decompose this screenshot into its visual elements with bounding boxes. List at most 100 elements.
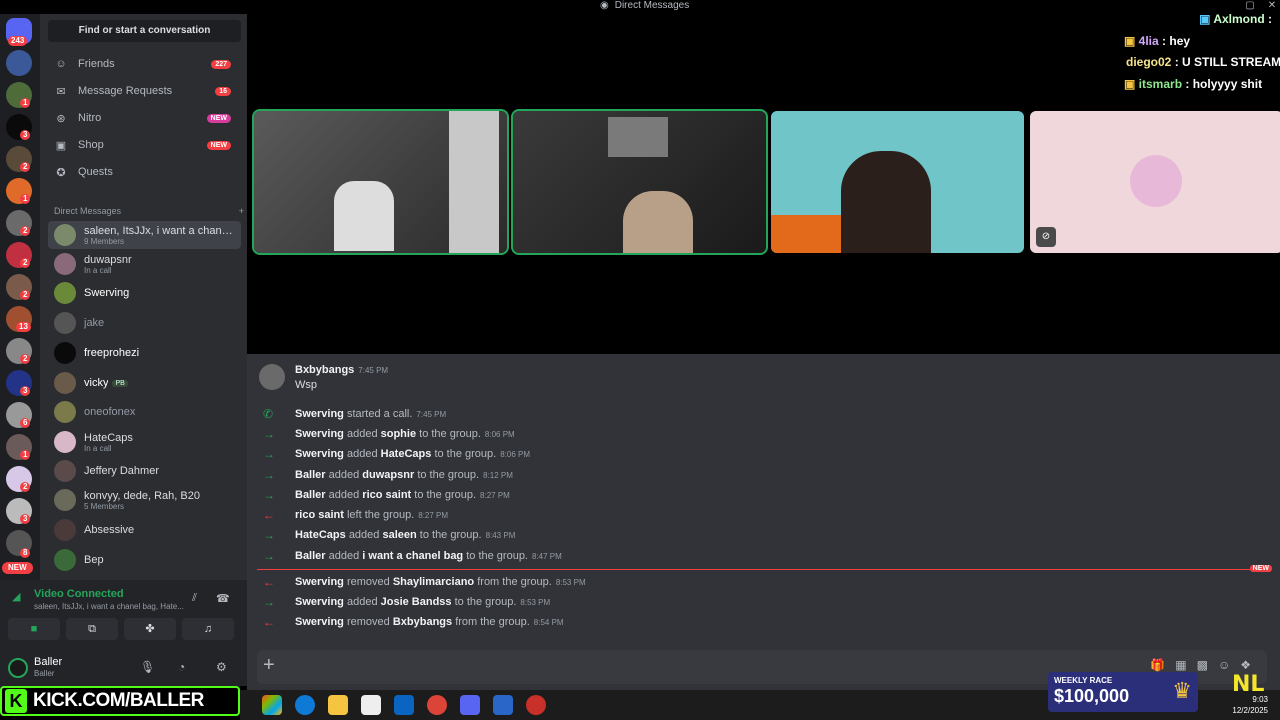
app-icon[interactable] <box>493 695 513 715</box>
system-message: → Baller added rico saint to the group. … <box>263 488 510 502</box>
video-tile[interactable]: ⊘ <box>1030 111 1280 253</box>
arrow-right-icon: → <box>263 488 275 502</box>
blanket-shape <box>623 191 693 253</box>
quests-icon: ✪ <box>56 166 66 179</box>
video-tile[interactable] <box>252 109 509 255</box>
username: Baller <box>34 656 63 668</box>
avatar <box>54 312 76 334</box>
copilot-icon[interactable] <box>262 695 282 715</box>
video-tile[interactable] <box>771 111 1024 253</box>
server-badge: 2 <box>20 258 31 268</box>
dm-item[interactable]: Jeffery Dahmer <box>48 457 241 485</box>
headphones-icon[interactable]: ◔ <box>178 660 185 674</box>
server-badge: 3 <box>20 514 31 524</box>
avatar <box>54 549 76 571</box>
friends-icon: ☺ <box>55 58 67 70</box>
screen-share-button[interactable]: ⧉ <box>66 618 118 640</box>
gift-icon[interactable]: 🎁 <box>1150 658 1175 672</box>
server-badge: 6 <box>20 418 31 428</box>
sticker-icon[interactable]: ▩ <box>1197 658 1218 672</box>
camera-off-icon: ⊘ <box>1036 227 1056 247</box>
arrow-left-icon: ← <box>263 508 275 522</box>
window-shape <box>608 117 668 157</box>
add-dm-icon[interactable]: + <box>239 206 244 216</box>
nav-shop[interactable]: ▣ Shop NEW <box>48 133 241 157</box>
avatar[interactable] <box>259 364 285 390</box>
user-status: Baller <box>34 669 55 678</box>
dm-item[interactable]: Absessive <box>48 516 241 544</box>
mail-icon[interactable] <box>394 695 414 715</box>
server-badge: 2 <box>20 162 31 172</box>
arrow-right-icon: → <box>263 528 275 542</box>
nav-nitro[interactable]: ⊛ Nitro NEW <box>48 106 241 130</box>
dm-item[interactable]: HateCaps In a call <box>48 428 241 456</box>
overlay-chat-line: ▣ 4lia : hey <box>1124 34 1191 48</box>
arrow-right-icon: → <box>263 447 275 461</box>
discord-icon[interactable] <box>460 695 480 715</box>
server-badge: 13 <box>16 322 31 332</box>
server-badge: 2 <box>20 482 31 492</box>
dm-item[interactable]: duwapsnr In a call <box>48 250 241 278</box>
activity-button[interactable]: ✤ <box>124 618 176 640</box>
voice-channel[interactable]: saleen, ItsJJx, i want a chanel bag, Hat… <box>34 602 184 611</box>
nav-message-requests[interactable]: ✉ Message Requests 16 <box>48 79 241 103</box>
dm-item[interactable]: vicky PB <box>48 369 241 397</box>
system-message: → Baller added i want a chanel bag to th… <box>263 549 562 563</box>
voice-status-panel: ◢ Video Connected saleen, ItsJJx, i want… <box>0 580 247 650</box>
dm-item[interactable]: saleen, ItsJJx, i want a chanel... 9 Memb… <box>48 221 241 249</box>
dm-item[interactable]: jake <box>48 309 241 337</box>
server-badge: 3 <box>20 130 31 140</box>
server-badge: 2 <box>20 226 31 236</box>
dm-item[interactable]: Swerving <box>48 279 241 307</box>
server-icon[interactable] <box>6 50 32 76</box>
nav-friends[interactable]: ☺ Friends 227 <box>48 52 241 76</box>
system-message: → Baller added duwapsnr to the group. 8:… <box>263 468 513 482</box>
disconnect-icon[interactable]: ☎ <box>216 592 230 605</box>
dm-item[interactable]: oneofonex <box>48 398 241 426</box>
arrow-right-icon: → <box>263 427 275 441</box>
window-title: ◉ Direct Messages <box>600 0 690 11</box>
nav-quests[interactable]: ✪ Quests <box>48 160 241 184</box>
avatar <box>54 224 76 246</box>
avatar <box>54 431 76 453</box>
obs-icon[interactable] <box>526 695 546 715</box>
system-message: ← rico saint left the group. 8:27 PM <box>263 508 449 522</box>
gear-icon[interactable]: ⚙ <box>216 660 227 674</box>
search-conversation-button[interactable]: Find or start a conversation <box>48 20 241 42</box>
maximize-button[interactable]: ▢ <box>1240 0 1260 12</box>
noise-suppression-icon[interactable]: ⫽ <box>192 592 197 605</box>
gif-icon[interactable]: ▦ <box>1175 658 1196 672</box>
person-shape <box>334 181 394 251</box>
nav-label: Quests <box>78 166 113 178</box>
avatar <box>54 489 76 511</box>
camera-button[interactable]: ■ <box>8 618 60 640</box>
emoji-icon[interactable]: ☺ <box>1218 658 1240 672</box>
soundboard-button[interactable]: ♫ <box>182 618 234 640</box>
video-tile[interactable] <box>511 109 768 255</box>
curtain-shape <box>449 111 499 253</box>
file-explorer-icon[interactable] <box>328 695 348 715</box>
arrow-right-icon: → <box>263 549 275 563</box>
dm-item[interactable]: Bep <box>48 546 241 574</box>
new-badge[interactable]: NEW <box>2 562 33 574</box>
dm-item[interactable]: konvyy, dede, Rah, B20 5 Members <box>48 486 241 514</box>
count-badge: 227 <box>211 59 231 69</box>
dm-item[interactable]: freeprohezi <box>48 339 241 367</box>
person-shape <box>841 151 931 253</box>
home-badge: 243 <box>8 36 28 46</box>
chrome-icon[interactable] <box>427 695 447 715</box>
attach-plus-icon[interactable]: + <box>263 654 275 677</box>
edge-icon[interactable] <box>295 695 315 715</box>
store-icon[interactable] <box>361 695 381 715</box>
title-bar: ◉ Direct Messages ▢ ✕ <box>0 0 1280 14</box>
message-author[interactable]: Bxbybangs 7:45 PM <box>295 364 388 376</box>
avatar <box>54 282 76 304</box>
avatar[interactable] <box>8 658 28 678</box>
system-message: → HateCaps added saleen to the group. 8:… <box>263 528 516 542</box>
avatar <box>54 401 76 423</box>
close-button[interactable]: ✕ <box>1262 0 1280 12</box>
avatar <box>54 253 76 275</box>
user-tag: PB <box>112 379 128 387</box>
microphone-icon[interactable]: 🎙 <box>140 660 155 674</box>
apps-icon[interactable]: ❖ <box>1240 658 1261 672</box>
